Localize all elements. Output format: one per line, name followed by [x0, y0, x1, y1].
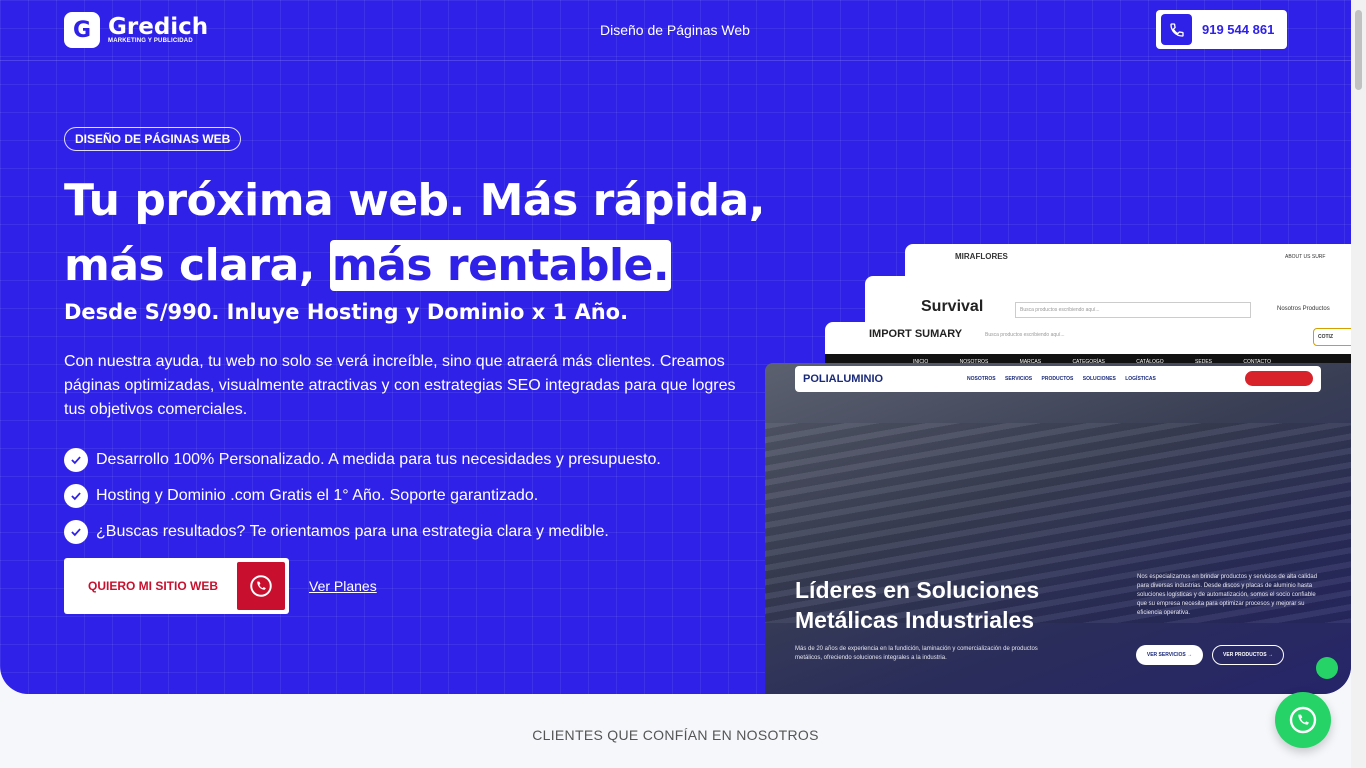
mockup-polialuminio: POLIALUMINIO NOSOTROS SERVICIOS PRODUCTO…	[765, 363, 1351, 694]
headline-highlight: más rentable.	[329, 240, 672, 291]
mockup-phone-pill	[1245, 371, 1313, 386]
hero-section: G Gredich MARKETING Y PUBLICIDAD Diseño …	[0, 0, 1351, 694]
hero-subheadline: Desde S/990. Inluye Hosting y Dominio x …	[64, 300, 629, 324]
logo-mark-icon: G	[64, 12, 100, 48]
cta-button[interactable]: QUIERO MI SITIO WEB	[64, 558, 289, 614]
feature-list: Desarrollo 100% Personalizado. A medida …	[64, 442, 661, 550]
nav-title[interactable]: Diseño de Páginas Web	[600, 22, 750, 38]
section-tag: DISEÑO DE PÁGINAS WEB	[64, 127, 242, 151]
whatsapp-icon	[1289, 706, 1317, 734]
mockup-title-line: Líderes en Soluciones	[795, 577, 1040, 603]
feature-text: ¿Buscas resultados? Te orientamos para u…	[96, 523, 609, 540]
whatsapp-float-button[interactable]	[1275, 692, 1331, 748]
phone-number: 919 544 861	[1202, 22, 1275, 37]
mockup-links: Nosotros Productos	[1277, 306, 1330, 312]
phone-icon	[1161, 14, 1192, 45]
mockup-logo: MIRAFLORES	[955, 252, 1008, 261]
phone-button[interactable]: 919 544 861	[1156, 10, 1287, 49]
scrollbar-thumb[interactable]	[1355, 10, 1362, 90]
hero-description: Con nuestra ayuda, tu web no solo se ver…	[64, 353, 736, 418]
feature-item: ¿Buscas resultados? Te orientamos para u…	[64, 514, 661, 550]
check-icon	[64, 484, 88, 508]
mockup-search: Busca productos escribiendo aquí...	[1015, 302, 1251, 318]
mockup-right-text: Nos especializamos en brindar productos …	[1137, 574, 1318, 616]
check-icon	[64, 520, 88, 544]
mockup-logo: Survival	[921, 298, 984, 315]
feature-text: Hosting y Dominio .com Gratis el 1° Año.…	[96, 487, 539, 504]
brand-logo[interactable]: G Gredich MARKETING Y PUBLICIDAD	[64, 12, 208, 48]
mockup-text: Más de 20 años de experiencia en la fund…	[795, 646, 1038, 661]
mockup-logo: IMPORT SUMARY	[869, 328, 963, 340]
clients-title: CLIENTES QUE CONFÍAN EN NOSOTROS	[532, 727, 819, 743]
whatsapp-icon	[237, 562, 285, 610]
mockup-title: Líderes en Soluciones Metálicas Industri…	[795, 575, 1039, 635]
scrollbar[interactable]	[1351, 0, 1366, 768]
feature-item: Desarrollo 100% Personalizado. A medida …	[64, 442, 661, 478]
mockup-whatsapp-icon	[1316, 657, 1338, 679]
feature-text: Desarrollo 100% Personalizado. A medida …	[96, 451, 661, 468]
mockup-button: COTIZ	[1313, 328, 1351, 346]
mockup-links: NOSOTROS SERVICIOS PRODUCTOS SOLUCIONES …	[967, 376, 1156, 382]
feature-item: Hosting y Dominio .com Gratis el 1° Año.…	[64, 478, 661, 514]
view-plans-link[interactable]: Ver Planes	[309, 578, 377, 594]
brand-name: Gredich	[108, 14, 209, 40]
mockup-products-button: VER PRODUCTOS →	[1212, 645, 1284, 665]
mockup-links: ABOUT US SURF	[1285, 254, 1326, 260]
mockup-nav: POLIALUMINIO NOSOTROS SERVICIOS PRODUCTO…	[795, 366, 1321, 392]
mockup-search: Busca productos escribiendo aquí...	[985, 332, 1065, 338]
mockup-services-button: VER SERVICIOS →	[1136, 645, 1203, 665]
cta-label: QUIERO MI SITIO WEB	[88, 579, 219, 593]
check-icon	[64, 448, 88, 472]
mockup-logo: POLIALUMINIO	[803, 373, 884, 385]
hero-headline: Tu próxima web. Más rápida, más clara, m…	[64, 168, 784, 298]
mockup-title-line: Metálicas Industriales	[795, 607, 1035, 633]
